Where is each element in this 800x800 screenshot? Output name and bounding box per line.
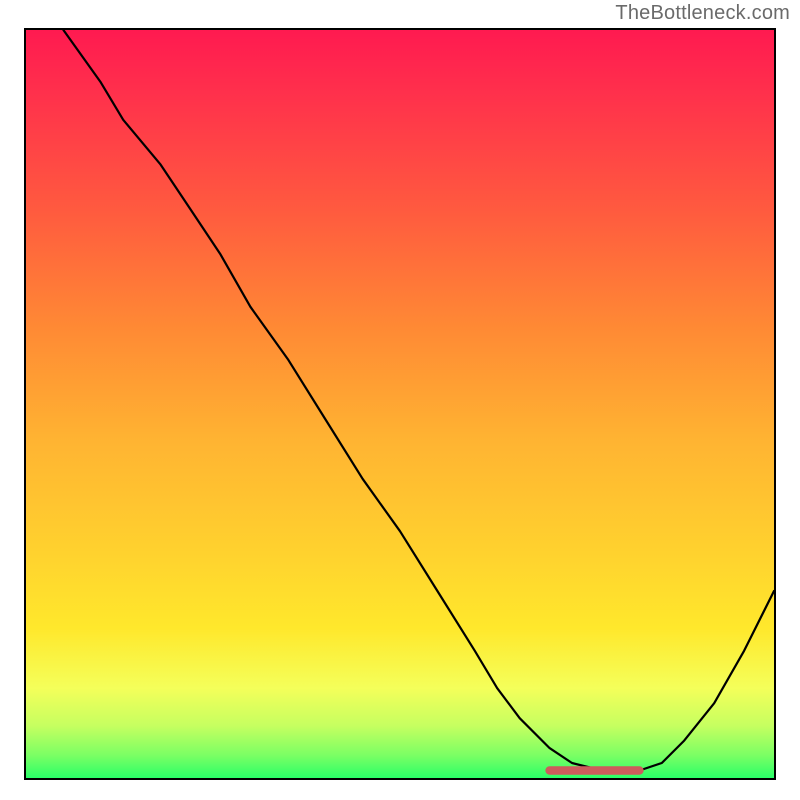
- plot-area: [24, 28, 776, 780]
- chart-container: TheBottleneck.com: [0, 0, 800, 800]
- bottleneck-curve: [63, 30, 774, 771]
- attribution-label: TheBottleneck.com: [615, 2, 790, 25]
- chart-svg: [26, 30, 774, 778]
